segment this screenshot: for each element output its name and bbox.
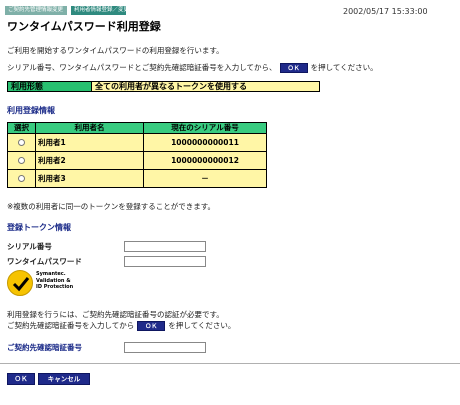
inline-ok-button: ＯＫ bbox=[137, 321, 166, 331]
timestamp: 2002/05/17 15:33:00 bbox=[343, 7, 428, 16]
table-header-row: 選択 利用者名 現在のシリアル番号 bbox=[7, 122, 267, 134]
divider bbox=[0, 363, 460, 364]
select-cell bbox=[7, 169, 36, 188]
page-instruction: シリアル番号、ワンタイムパスワードとご契約先確認暗証番号を入力してから、 ＯＫ を押… bbox=[7, 63, 378, 73]
token-section-title: 登録トークン情報 bbox=[7, 223, 71, 232]
user-name-cell: 利用者2 bbox=[35, 151, 144, 170]
otp-label: ワンタイムパスワード bbox=[7, 257, 82, 266]
instruction-text-pre: シリアル番号、ワンタイムパスワードとご契約先確認暗証番号を入力してから、 bbox=[7, 63, 277, 72]
otp-input[interactable] bbox=[124, 256, 206, 267]
symantec-vip-logo: Symantec. Validation & ID Protection bbox=[7, 268, 73, 302]
table-row: 利用者3 － bbox=[7, 169, 267, 188]
multi-user-note: ※複数の利用者に同一のトークンを登録することができます。 bbox=[7, 202, 216, 211]
serial-number-label: シリアル番号 bbox=[7, 242, 52, 251]
breadcrumb-item-user-registration[interactable]: 利用者情報登録／変更 bbox=[71, 6, 129, 15]
serial-cell: 1000000000012 bbox=[143, 151, 267, 170]
user-table: 選択 利用者名 現在のシリアル番号 利用者1 1000000000011 利用者… bbox=[7, 122, 267, 188]
auth-description: 利用登録を行うには、ご契約先確認暗証番号の認証が必要です。 bbox=[7, 310, 224, 319]
serial-cell: 1000000000011 bbox=[143, 133, 267, 152]
ok-button[interactable]: ＯＫ bbox=[7, 373, 35, 385]
instruction-text-post: を押してください。 bbox=[310, 63, 378, 72]
table-row: 利用者1 1000000000011 bbox=[7, 133, 267, 152]
select-cell bbox=[7, 133, 36, 152]
page-description: ご利用を開始するワンタイムパスワードの利用登録を行います。 bbox=[7, 46, 224, 55]
select-cell bbox=[7, 151, 36, 170]
user-name-cell: 利用者1 bbox=[35, 133, 144, 152]
inline-ok-button: ＯＫ bbox=[279, 63, 308, 73]
cancel-button[interactable]: キャンセル bbox=[38, 373, 90, 385]
auth-instruction: ご契約先確認暗証番号を入力してから ＯＫ を押してください。 bbox=[7, 321, 235, 331]
user-name-cell: 利用者3 bbox=[35, 169, 144, 188]
column-header-select: 選択 bbox=[7, 122, 36, 134]
auth-instruction-post: を押してください。 bbox=[168, 321, 236, 330]
user-radio-3[interactable] bbox=[18, 175, 25, 183]
serial-cell: － bbox=[143, 169, 267, 188]
pin-label: ご契約先確認暗証番号 bbox=[7, 343, 82, 352]
logo-line-3: ID Protection bbox=[36, 284, 74, 290]
column-header-user-name: 利用者名 bbox=[35, 122, 144, 134]
breadcrumb-item-contract-info[interactable]: ご契約先管理情報変更 bbox=[5, 6, 67, 15]
usage-type-value: 全ての利用者が異なるトークンを使用する bbox=[92, 82, 319, 91]
user-section-title: 利用登録情報 bbox=[7, 106, 55, 115]
user-radio-1[interactable] bbox=[18, 139, 25, 147]
usage-type-box: 利用形態 全ての利用者が異なるトークンを使用する bbox=[7, 81, 320, 92]
logo-text: Symantec. Validation & ID Protection bbox=[36, 271, 73, 291]
usage-type-label: 利用形態 bbox=[8, 82, 92, 91]
auth-instruction-pre: ご契約先確認暗証番号を入力してから bbox=[7, 321, 135, 330]
checkmark-icon bbox=[7, 270, 33, 296]
table-row: 利用者2 1000000000012 bbox=[7, 151, 267, 170]
column-header-serial: 現在のシリアル番号 bbox=[143, 122, 267, 134]
serial-number-input[interactable] bbox=[124, 241, 206, 252]
user-radio-2[interactable] bbox=[18, 157, 25, 165]
pin-input[interactable] bbox=[124, 342, 206, 353]
page-title: ワンタイムパスワード利用登録 bbox=[7, 20, 161, 33]
